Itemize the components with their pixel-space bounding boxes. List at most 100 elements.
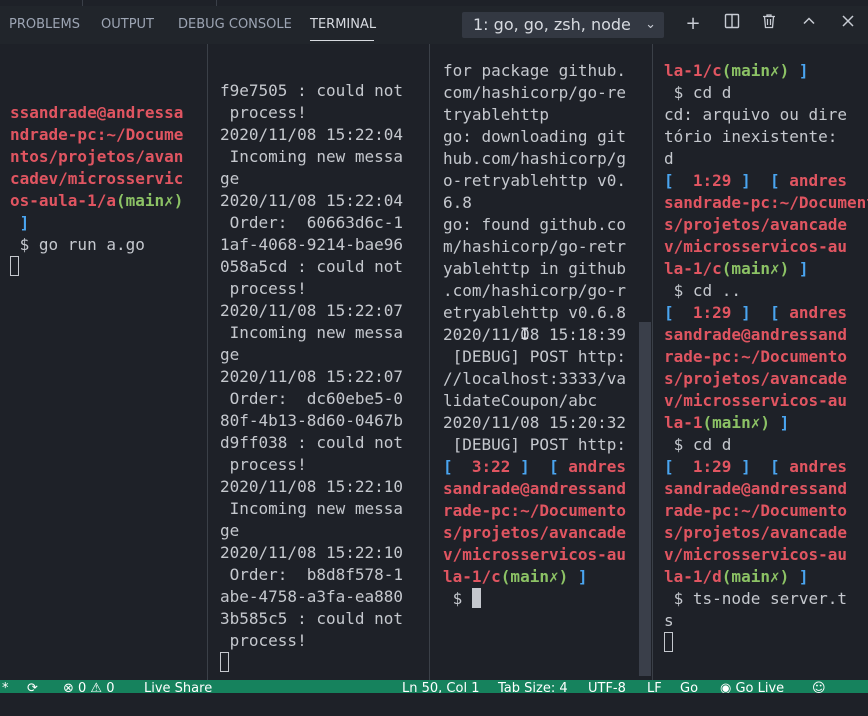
terminal-text: andres: [789, 457, 848, 476]
terminal-text: for package github.: [443, 61, 627, 80]
pane-divider[interactable]: [207, 44, 208, 680]
terminal-line: abe-4758-a3fa-ea880: [220, 586, 428, 608]
terminal-scrollbar[interactable]: [639, 322, 651, 676]
terminal-line: os-aula-1/a(main✗): [10, 190, 206, 212]
terminal-selector[interactable]: 1: go, go, zsh, node ⌄: [462, 12, 664, 38]
terminal-text: o-retryablehttp v0.: [443, 171, 627, 190]
terminal-text: lidateCoupon/abc: [443, 391, 598, 410]
terminal-text: ] [: [510, 457, 569, 476]
terminal-line: ge: [220, 168, 428, 190]
tab-terminal[interactable]: TERMINAL: [310, 17, 376, 32]
chevron-up-icon[interactable]: [798, 13, 820, 35]
terminal-text: process!: [220, 455, 307, 474]
terminal-line: 1af-4068-9214-bae96: [220, 234, 428, 256]
terminal-line: Order: dc60ebe5-0: [220, 388, 428, 410]
terminal-line: [DEBUG] POST http:: [443, 434, 639, 456]
terminal-text: process!: [220, 631, 307, 650]
terminal-line: s/projetos/avancade: [664, 522, 868, 544]
split-icon[interactable]: [721, 13, 743, 35]
terminal-line: s: [664, 610, 868, 632]
terminal-line: //localhost:3333/va: [443, 368, 639, 390]
terminal-line: v/microsservicos-au: [664, 544, 868, 566]
terminal-line: d9ff038 : could not: [220, 432, 428, 454]
chevron-down-icon: ⌄: [645, 17, 656, 32]
terminal-text: ] [: [731, 303, 790, 322]
terminal-text: d: [664, 149, 674, 168]
terminal-text: [: [443, 457, 472, 476]
terminal-pane-2[interactable]: f9e7505 : could not process! 2020/11/08 1…: [220, 44, 428, 716]
text-cursor-icon: I: [520, 324, 530, 343]
terminal-line: f9e7505 : could not: [220, 80, 428, 102]
terminal-line: cd: arquivo ou dire: [664, 104, 868, 126]
status-live-share[interactable]: Live Share: [144, 681, 212, 693]
terminal-text: d9ff038 : could not: [220, 433, 404, 452]
terminal-line: 2020/11/08 15:22:10: [220, 476, 428, 498]
terminal-line: la-1/c(main✗) ]: [664, 60, 868, 82]
terminal-text: $ cd d: [664, 83, 732, 102]
pane-divider[interactable]: [429, 44, 430, 680]
terminal-text: ] [: [731, 171, 790, 190]
terminal-text: [DEBUG] POST http:: [443, 435, 627, 454]
terminal-line: 80f-4b13-8d60-0467b: [220, 410, 428, 432]
terminal-text: 3:22: [471, 457, 511, 476]
terminal-pane-4[interactable]: la-1/c(main✗) ] $ cd d cd: arquivo ou dir…: [664, 44, 868, 696]
terminal-line: 2020/11/08 15:22:07: [220, 366, 428, 388]
terminal-text: andres: [789, 303, 848, 322]
status-tab-size[interactable]: Tab Size: 4: [498, 681, 568, 693]
close-icon[interactable]: [837, 13, 859, 35]
terminal-line: process!: [220, 278, 428, 300]
plus-icon[interactable]: +: [682, 13, 704, 35]
terminal-text: ssandrade@andressa: [10, 103, 184, 122]
terminal-line: [664, 632, 868, 654]
terminal-line: v/microsservicos-au: [664, 390, 868, 412]
terminal-text: s/projetos/avancade: [664, 523, 848, 542]
status-go-live[interactable]: ◉ Go Live: [720, 681, 784, 693]
terminal-line: s/projetos/avancade: [664, 368, 868, 390]
status-cursor-position[interactable]: Ln 50, Col 1: [402, 681, 479, 693]
terminal-line: 2020/11/08 15:20:32: [443, 412, 639, 434]
terminal-text: s: [664, 611, 674, 630]
terminal-cursor: [220, 652, 229, 672]
feedback-icon[interactable]: ☺: [812, 681, 826, 693]
terminal-text: Order: b8d8f578-1: [220, 565, 404, 584]
terminal-text: 80f-4b13-8d60-0467b: [220, 411, 404, 430]
terminal-line: [ 1:29 ] [ andres: [664, 170, 868, 192]
terminal-cursor: [664, 632, 673, 652]
terminal-pane-3[interactable]: for package github. com/hashicorp/go-re tr…: [443, 44, 639, 696]
status-remote-indicator[interactable]: *: [2, 681, 9, 693]
trash-icon[interactable]: [758, 13, 780, 35]
sync-icon[interactable]: ⟳: [27, 681, 38, 693]
terminal-line: 2020/11/08 15:18:39: [443, 324, 639, 346]
terminal-pane-1[interactable]: ssandrade@andressa ndrade-pc:~/Docume ntos…: [10, 44, 206, 716]
status-encoding[interactable]: UTF-8: [588, 681, 626, 693]
terminal-text: 2020/11/08 15:20:32: [443, 413, 627, 432]
terminal-line: 2020/11/08 15:22:10: [220, 542, 428, 564]
terminal-text: 2020/11/08 15:22:07: [220, 301, 404, 320]
terminal-text: 2020/11/08 15:18:39: [443, 325, 627, 344]
status-bar: * ⟳ ⊗ 0 ⚠ 0 Live Share Ln 50, Col 1 Tab …: [0, 680, 868, 693]
terminal-line: sandrade@andressand: [664, 478, 868, 500]
terminal-text: (main✗): [721, 259, 790, 278]
terminal-text: $ cd ..: [664, 281, 742, 300]
terminal-line: 2020/11/08 15:22:07: [220, 300, 428, 322]
tab-problems[interactable]: PROBLEMS: [9, 17, 80, 32]
status-language-mode[interactable]: Go: [680, 681, 698, 693]
status-line-ending[interactable]: LF: [647, 681, 662, 693]
status-problems[interactable]: ⊗ 0 ⚠ 0: [63, 681, 115, 693]
terminal-text: ]: [789, 567, 809, 586]
tab-output[interactable]: OUTPUT: [101, 17, 154, 32]
terminal-line: ]: [10, 212, 206, 234]
terminal-text: com/hashicorp/go-re: [443, 83, 627, 102]
terminal-text: 2020/11/08 15:22:04: [220, 125, 404, 144]
panel-header: PROBLEMS OUTPUT DEBUG CONSOLE TERMINAL 1…: [0, 6, 868, 44]
terminal-text: ge: [220, 169, 240, 188]
active-tab-indicator: [310, 40, 374, 41]
terminal-line: 2020/11/08 15:22:04: [220, 124, 428, 146]
terminal-text: $: [443, 589, 472, 608]
tab-debug-console[interactable]: DEBUG CONSOLE: [178, 17, 292, 32]
terminal-text: (main✗): [721, 61, 790, 80]
terminal-text: Incoming new messa: [220, 147, 404, 166]
pane-divider[interactable]: [652, 44, 653, 680]
terminal-text: $ ts-node server.t: [664, 589, 848, 608]
terminal-line: v/microsservicos-au: [443, 544, 639, 566]
